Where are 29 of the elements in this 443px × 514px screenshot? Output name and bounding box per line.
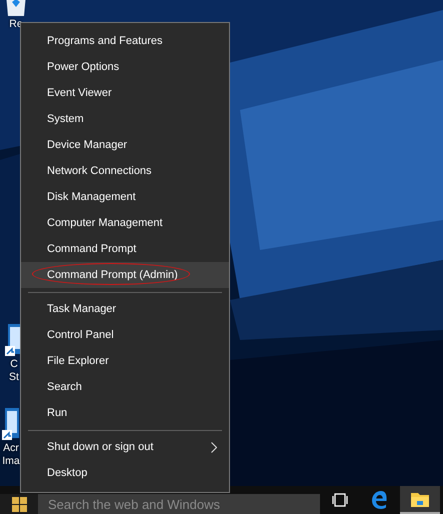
menu-item[interactable]: System (21, 106, 229, 132)
icon-label: Ima (2, 455, 20, 468)
search-field[interactable]: Search the web and Windows (38, 494, 320, 514)
menu-item[interactable]: Computer Management (21, 210, 229, 236)
menu-item[interactable]: Device Manager (21, 132, 229, 158)
menu-item[interactable]: Programs and Features (21, 28, 229, 54)
menu-item[interactable]: Run (21, 400, 229, 426)
menu-item[interactable]: Desktop (21, 460, 229, 486)
menu-item[interactable]: Event Viewer (21, 80, 229, 106)
shortcut-icon[interactable] (1, 406, 21, 442)
icon-label: Acr (3, 442, 19, 455)
menu-item[interactable]: Network Connections (21, 158, 229, 184)
menu-item[interactable]: Command Prompt (21, 236, 229, 262)
task-view-icon (331, 493, 349, 507)
menu-item[interactable]: Task Manager (21, 296, 229, 322)
menu-item[interactable]: Command Prompt (Admin) (21, 262, 229, 288)
menu-item[interactable]: Control Panel (21, 322, 229, 348)
browser-e-icon (371, 491, 389, 509)
folder-icon (411, 492, 429, 506)
menu-item[interactable]: Disk Management (21, 184, 229, 210)
menu-item[interactable]: Search (21, 374, 229, 400)
menu-item[interactable]: Shut down or sign out (21, 434, 229, 460)
menu-item[interactable]: File Explorer (21, 348, 229, 374)
menu-item[interactable]: Power Options (21, 54, 229, 80)
taskbar-button[interactable] (400, 486, 440, 514)
windows-logo-icon (12, 496, 26, 512)
icon-label: C (10, 358, 18, 371)
start-button[interactable] (0, 494, 38, 514)
icon-label: St (9, 371, 19, 384)
